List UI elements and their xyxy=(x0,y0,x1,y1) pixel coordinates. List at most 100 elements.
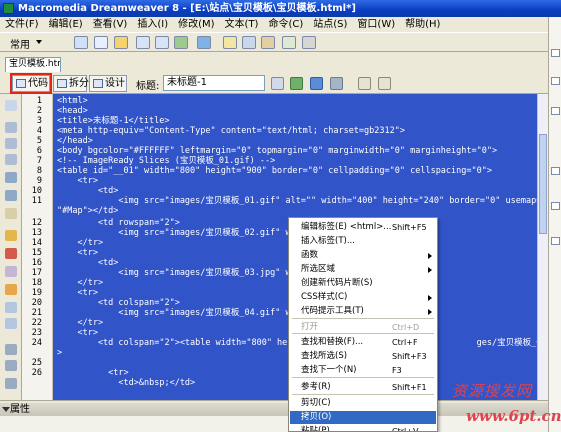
collapse-selection-icon[interactable] xyxy=(5,138,17,149)
head-icon[interactable] xyxy=(261,36,275,49)
context-menu-item[interactable]: 粘贴(P) Ctrl+V xyxy=(290,425,436,431)
code-line[interactable]: <img src="images/宝贝模板_01.gif" alt="" wid… xyxy=(57,196,541,206)
split-view-button[interactable]: 拆分 xyxy=(53,75,89,92)
context-menu-item[interactable]: 拷贝(O) xyxy=(290,411,436,424)
menu-view[interactable]: 查看(V) xyxy=(88,17,133,32)
hyperlink-icon[interactable] xyxy=(74,36,88,49)
menu-site[interactable]: 站点(S) xyxy=(308,17,352,32)
remove-comment-icon[interactable] xyxy=(5,266,17,277)
comment-icon[interactable] xyxy=(242,36,256,49)
context-menu-item[interactable]: 代码提示工具(T) xyxy=(290,305,436,318)
menu-edit[interactable]: 编辑(E) xyxy=(44,17,88,32)
code-line[interactable]: > xyxy=(57,348,62,358)
code-line[interactable]: <body bgcolor="#FFFFFF" leftmargin="0" t… xyxy=(57,146,497,156)
template-icon[interactable] xyxy=(282,36,296,49)
code-line[interactable]: <meta http-equiv="Content-Type" content=… xyxy=(57,126,405,136)
panel-files-icon[interactable] xyxy=(551,202,560,210)
layer-icon[interactable] xyxy=(155,36,169,49)
debug-icon[interactable] xyxy=(310,77,323,90)
code-line[interactable]: "#Map"></td> xyxy=(57,206,118,216)
document-tab[interactable]: 宝贝模板.html* xyxy=(5,57,61,72)
preview-browser-icon[interactable] xyxy=(290,77,303,90)
menu-help[interactable]: 帮助(H) xyxy=(400,17,445,32)
code-line[interactable]: <tr> xyxy=(57,368,128,378)
email-link-icon[interactable] xyxy=(94,36,108,49)
context-menu-item[interactable]: 查找下一个(N) F3 xyxy=(290,364,436,377)
insert-category-select[interactable]: 常用 xyxy=(10,36,30,51)
menu-insert[interactable]: 插入(I) xyxy=(132,17,173,32)
menu-window[interactable]: 窗口(W) xyxy=(352,17,400,32)
line-numbers-icon[interactable] xyxy=(5,208,17,219)
context-menu-item[interactable]: 所选区域 xyxy=(290,263,436,276)
code-line[interactable]: <tr> xyxy=(57,288,97,298)
code-line[interactable]: <td colspan="2"> xyxy=(57,298,180,308)
code-line[interactable]: <td>&nbsp;</td> xyxy=(57,378,195,388)
code-line[interactable]: <tr> xyxy=(57,248,97,258)
open-documents-icon[interactable] xyxy=(5,100,17,111)
code-line[interactable]: </tr> xyxy=(57,318,103,328)
date-icon[interactable] xyxy=(223,36,237,49)
menu-text[interactable]: 文本(T) xyxy=(220,17,264,32)
context-menu-item[interactable]: 创建新代码片断(S) xyxy=(290,277,436,290)
context-menu-item[interactable]: 编辑标签(E) <html>... Shift+F5 xyxy=(290,221,436,234)
menu-modify[interactable]: 修改(M) xyxy=(173,17,219,32)
properties-panel-header[interactable]: 属性 xyxy=(0,403,548,416)
code-line[interactable]: </head> xyxy=(57,136,93,146)
panel-application-icon[interactable] xyxy=(551,107,560,115)
code-line[interactable]: <title>未标题-1</title> xyxy=(57,116,170,126)
code-line[interactable]: <!-- ImageReady Slices (宝贝模板_01.gif) --> xyxy=(57,156,275,166)
context-menu-item[interactable]: 剪切(C) xyxy=(290,397,436,410)
file-management-icon[interactable] xyxy=(271,77,284,90)
code-line[interactable]: <table id="__01" width="800" height="900… xyxy=(57,166,492,176)
code-line[interactable]: <tr> xyxy=(57,328,97,338)
media-icon[interactable] xyxy=(197,36,211,49)
highlight-invalid-icon[interactable] xyxy=(5,230,17,241)
code-scrollbar[interactable] xyxy=(537,94,548,400)
panel-tag-inspector-icon[interactable] xyxy=(551,167,560,175)
move-css-icon[interactable] xyxy=(5,318,17,329)
design-view-button[interactable]: 设计 xyxy=(89,75,127,92)
refresh-icon[interactable] xyxy=(330,77,343,90)
view-options-icon[interactable] xyxy=(358,77,371,90)
balance-braces-icon[interactable] xyxy=(5,190,17,201)
chevron-down-icon[interactable] xyxy=(36,40,42,44)
code-line[interactable]: <head> xyxy=(57,106,88,116)
context-menu-item[interactable]: 查找所选(S) Shift+F3 xyxy=(290,350,436,363)
code-line[interactable]: <img src="images/宝贝模板_04.gif" wid xyxy=(57,308,300,318)
context-menu-item[interactable]: CSS样式(C) xyxy=(290,291,436,304)
code-line[interactable]: <td> xyxy=(57,186,118,196)
code-line[interactable]: <td rowspan="2"> xyxy=(57,218,180,228)
apply-comment-icon[interactable] xyxy=(5,248,17,259)
outdent-code-icon[interactable] xyxy=(5,360,17,371)
panel-assets-icon[interactable] xyxy=(551,237,560,245)
code-view-button[interactable]: 代码 xyxy=(10,73,52,94)
context-menu-item[interactable]: 函数 xyxy=(290,249,436,262)
select-parent-tag-icon[interactable] xyxy=(5,172,17,183)
code-line[interactable]: </tr> xyxy=(57,278,103,288)
expand-arrow-icon[interactable] xyxy=(2,407,10,412)
collapse-tag-icon[interactable] xyxy=(5,122,17,133)
scrollbar-thumb[interactable] xyxy=(539,134,547,234)
context-menu-item[interactable]: 插入标签(T)... xyxy=(290,235,436,248)
code-line[interactable]: <td> xyxy=(57,258,118,268)
code-line[interactable]: <img src="images/宝贝模板_02.gif" wid xyxy=(57,228,300,238)
expand-all-icon[interactable] xyxy=(5,154,17,165)
code-line[interactable]: <img src="images/宝贝模板_03.jpg" wid xyxy=(57,268,300,278)
indent-code-icon[interactable] xyxy=(5,344,17,355)
code-line[interactable]: </tr> xyxy=(57,238,103,248)
menu-file[interactable]: 文件(F) xyxy=(0,17,44,32)
code-line[interactable]: <tr> xyxy=(57,176,97,186)
panel-css-icon[interactable] xyxy=(551,77,560,85)
format-source-icon[interactable] xyxy=(5,378,17,389)
context-menu-item[interactable]: 参考(R) Shift+F1 xyxy=(290,381,436,394)
panel-collapse-icon[interactable] xyxy=(551,49,560,57)
code-line[interactable]: <html> xyxy=(57,96,88,106)
named-anchor-icon[interactable] xyxy=(114,36,128,49)
title-input[interactable]: 未标题-1 xyxy=(163,75,265,91)
image-icon[interactable] xyxy=(174,36,188,49)
visual-aids-icon[interactable] xyxy=(378,77,391,90)
recent-snippets-icon[interactable] xyxy=(5,302,17,313)
menu-commands[interactable]: 命令(C) xyxy=(263,17,308,32)
tag-chooser-icon[interactable] xyxy=(302,36,316,49)
context-menu-item[interactable]: 查找和替换(F)... Ctrl+F xyxy=(290,336,436,349)
